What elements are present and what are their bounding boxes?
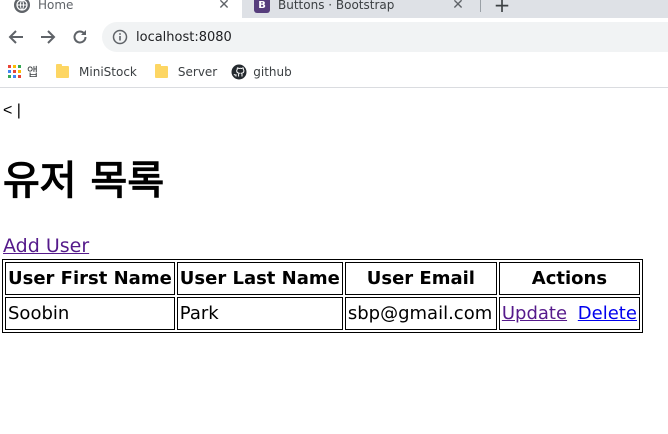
globe-icon — [14, 0, 30, 13]
bookmarks-bar: 앱 MiniStock Server github — [0, 56, 668, 88]
tab-home[interactable]: Home ✕ — [0, 0, 242, 18]
cell-actions: Update Delete — [498, 297, 640, 330]
close-icon[interactable]: ✕ — [216, 0, 232, 13]
cell-last-name: Park — [176, 297, 343, 330]
close-icon[interactable]: ✕ — [450, 0, 466, 13]
table-row: Soobin Park sbp@gmail.com Update Delete — [5, 297, 640, 330]
reload-icon[interactable] — [69, 26, 91, 48]
back-arrow-icon[interactable] — [5, 26, 27, 48]
url-text[interactable]: localhost:8080 — [136, 30, 232, 45]
apps-grid-icon — [8, 65, 21, 78]
update-link[interactable]: Update — [502, 303, 567, 324]
github-icon — [231, 64, 247, 80]
address-bar[interactable]: localhost:8080 — [102, 22, 668, 52]
column-header-actions: Actions — [498, 262, 640, 295]
tab-title: Home — [38, 0, 74, 12]
add-user-link[interactable]: Add User — [3, 235, 89, 257]
column-header-first-name: User First Name — [5, 262, 175, 295]
column-header-last-name: User Last Name — [176, 262, 343, 295]
tab-strip: Home ✕ B Buttons · Bootstrap ✕ + — [0, 0, 668, 18]
new-tab-plus-icon[interactable]: + — [492, 0, 512, 15]
forward-arrow-icon[interactable] — [37, 26, 59, 48]
browser-toolbar: localhost:8080 — [0, 18, 668, 56]
folder-icon — [56, 63, 70, 78]
cell-first-name: Soobin — [5, 297, 175, 330]
bookmark-label: MiniStock — [79, 64, 137, 79]
bookmark-label: 앱 — [27, 65, 39, 79]
bookmark-server[interactable]: Server — [151, 60, 223, 84]
tab-bootstrap-buttons[interactable]: B Buttons · Bootstrap ✕ — [246, 0, 476, 18]
tab-title: Buttons · Bootstrap — [278, 0, 395, 12]
users-table: User First Name User Last Name User Emai… — [2, 259, 643, 333]
info-icon[interactable] — [112, 29, 128, 45]
delete-link[interactable]: Delete — [578, 303, 637, 324]
bookmark-ministock[interactable]: MiniStock — [52, 60, 143, 84]
column-header-email: User Email — [344, 262, 497, 295]
table-header-row: User First Name User Last Name User Emai… — [5, 262, 640, 295]
bootstrap-icon: B — [254, 0, 270, 13]
back-link[interactable]: < | — [3, 102, 21, 120]
tab-divider — [480, 0, 481, 12]
folder-icon — [154, 63, 168, 78]
bookmark-label: Server — [177, 64, 218, 79]
page-title: 유저 목록 — [3, 158, 165, 204]
page-content: < | 유저 목록 Add User User First Name User … — [0, 88, 668, 434]
bookmark-github[interactable]: github — [231, 60, 297, 84]
bookmark-label: github — [253, 64, 292, 79]
bookmark-apps[interactable]: 앱 — [8, 60, 44, 84]
cell-email: sbp@gmail.com — [344, 297, 497, 330]
